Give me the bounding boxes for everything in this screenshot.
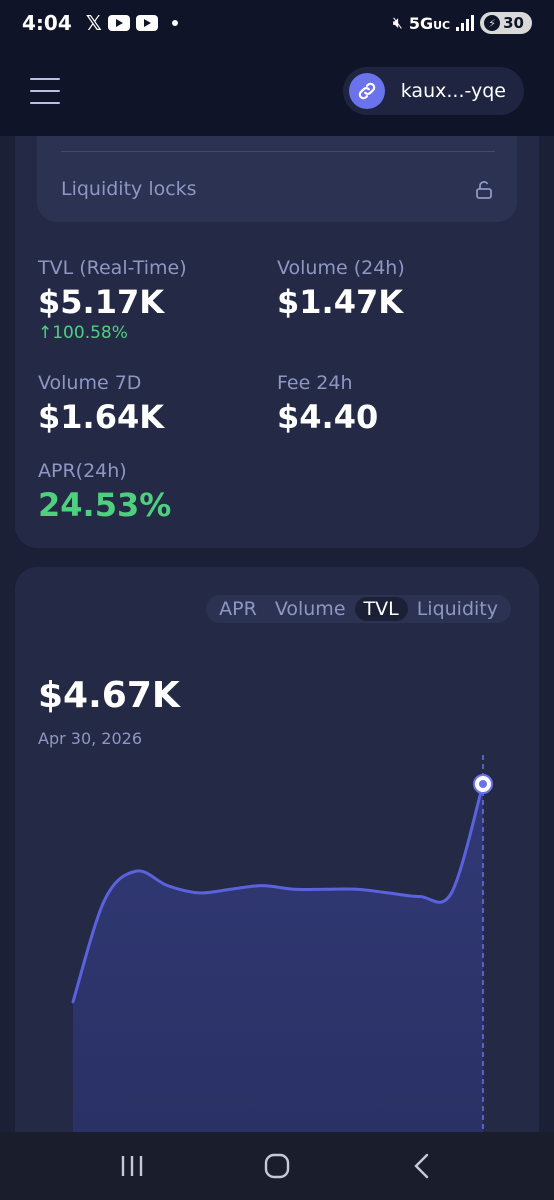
chart-current-value: $4.67K xyxy=(38,675,180,716)
wallet-button[interactable]: kaux...-yqe xyxy=(342,67,524,115)
liquidity-locks-label: Liquidity locks xyxy=(61,178,197,200)
app-header: kaux...-yqe xyxy=(0,46,554,136)
fee-24h-label: Fee 24h xyxy=(277,372,353,394)
mute-icon: 🔇︎ xyxy=(392,13,403,32)
tab-tvl[interactable]: TVL xyxy=(354,597,408,621)
x-app-icon: 𝕏 xyxy=(85,11,102,35)
apr-value: 24.53% xyxy=(38,486,172,524)
system-navigation-bar xyxy=(0,1132,554,1200)
fee-24h-value: $4.40 xyxy=(277,398,379,436)
volume-24h-value: $1.47K xyxy=(277,283,404,321)
back-button[interactable] xyxy=(402,1146,442,1186)
more-notifications-icon xyxy=(171,20,178,26)
tvl-value: $5.17K xyxy=(38,283,165,321)
unlock-icon xyxy=(476,181,492,199)
tvl-chart[interactable] xyxy=(15,747,539,1139)
apr-stat: APR(24h) 24.53% xyxy=(38,459,171,525)
tvl-label: TVL (Real-Time) xyxy=(38,257,187,279)
network-type: 5GUC xyxy=(408,13,451,33)
tab-volume[interactable]: Volume xyxy=(266,597,355,621)
recents-icon xyxy=(122,1156,143,1176)
chart-card: APR Volume TVL Liquidity $4.67K Apr 30, 202… xyxy=(15,567,539,1200)
volume-24h-label: Volume (24h) xyxy=(277,257,405,279)
chart-area-fill xyxy=(73,784,483,1139)
volume-7d-value: $1.64K xyxy=(38,398,165,436)
liquidity-locks-row[interactable]: Liquidity locks xyxy=(37,136,517,222)
recent-apps-button[interactable] xyxy=(112,1146,152,1186)
youtube-icon xyxy=(135,15,158,31)
tvl-stat: TVL (Real-Time) $5.17K ↑100.58% xyxy=(38,256,187,344)
chart-current-date: Apr 30, 2026 xyxy=(38,729,143,748)
tab-apr[interactable]: APR xyxy=(210,597,266,621)
divider xyxy=(61,151,495,152)
home-icon xyxy=(264,1153,290,1179)
status-time: 4:04 xyxy=(22,11,72,35)
youtube-icon xyxy=(107,15,130,31)
wallet-link-icon xyxy=(348,73,385,109)
battery-icon: ⚡︎ 30 xyxy=(480,12,532,34)
status-bar: 4:04 𝕏 🔇︎ 5GUC ⚡︎ 30 xyxy=(0,0,554,46)
battery-level: 30 xyxy=(503,14,524,32)
charging-icon: ⚡︎ xyxy=(484,15,501,31)
notification-icons: 𝕏 xyxy=(86,11,178,35)
fee-24h-stat: Fee 24h $4.40 xyxy=(277,371,378,437)
tvl-change: ↑100.58% xyxy=(38,323,128,343)
pool-stats-card: Liquidity locks TVL (Real-Time) $5.17K ↑… xyxy=(15,136,539,548)
wallet-address: kaux...-yqe xyxy=(400,80,506,102)
home-button[interactable] xyxy=(257,1146,297,1186)
chart-selected-point-center xyxy=(479,780,487,788)
back-icon xyxy=(413,1153,428,1179)
tab-liquidity[interactable]: Liquidity xyxy=(408,597,507,621)
volume-7d-label: Volume 7D xyxy=(38,372,142,394)
volume-7d-stat: Volume 7D $1.64K xyxy=(38,371,164,437)
apr-label: APR(24h) xyxy=(38,460,127,482)
chart-tabs: APR Volume TVL Liquidity xyxy=(206,595,511,623)
hamburger-menu-icon[interactable] xyxy=(30,78,60,104)
signal-icon xyxy=(456,15,475,31)
status-indicators: 🔇︎ 5GUC ⚡︎ 30 xyxy=(393,12,532,34)
app-screen: 4:04 𝕏 🔇︎ 5GUC ⚡︎ 30 kaux...-yqe Liquidi… xyxy=(0,0,554,1200)
volume-24h-stat: Volume (24h) $1.47K xyxy=(277,256,405,322)
